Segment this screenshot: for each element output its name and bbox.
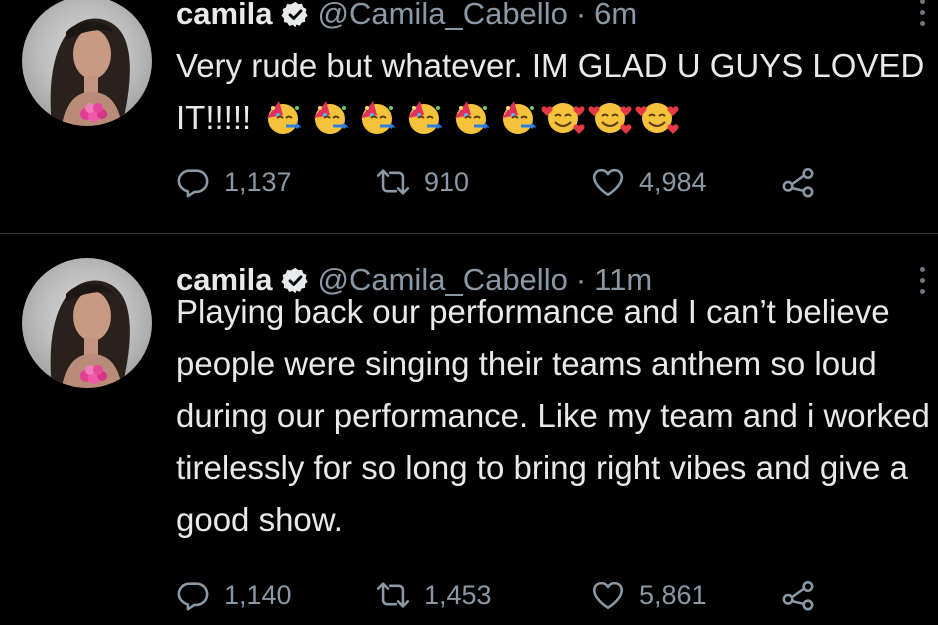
partying-face-icon bbox=[306, 98, 350, 136]
author-handle[interactable]: @Camila_Cabello bbox=[318, 0, 568, 32]
tweet-text: Playing back our performance and I can’t… bbox=[176, 286, 936, 546]
tweet[interactable]: camila @Camila_Cabello · 11m Playing bac… bbox=[0, 234, 938, 625]
tweet-header: camila @Camila_Cabello · 6m bbox=[176, 0, 637, 34]
tweet[interactable]: camila @Camila_Cabello · 6m Very rude bu… bbox=[0, 0, 938, 234]
like-count: 5,861 bbox=[639, 579, 707, 610]
retweet-count: 1,453 bbox=[424, 579, 492, 610]
partying-face-icon bbox=[494, 98, 538, 136]
retweet-count: 910 bbox=[424, 166, 470, 197]
emoji-row bbox=[259, 98, 679, 136]
smiling-face-with-hearts-icon bbox=[588, 98, 632, 136]
reply-icon bbox=[176, 578, 210, 612]
smiling-face-with-hearts-icon bbox=[541, 98, 585, 136]
smiling-face-with-hearts-icon bbox=[635, 98, 679, 136]
heart-icon bbox=[591, 578, 625, 612]
more-options-icon[interactable] bbox=[912, 0, 932, 32]
share-button[interactable] bbox=[781, 578, 815, 612]
retweet-icon bbox=[376, 165, 410, 199]
reply-count: 1,140 bbox=[224, 579, 292, 610]
like-button[interactable]: 4,984 bbox=[591, 165, 781, 199]
reply-count: 1,137 bbox=[224, 166, 292, 197]
tweet-text: Very rude but whatever. IM GLAD U GUYS L… bbox=[176, 40, 936, 144]
partying-face-icon bbox=[447, 98, 491, 136]
reply-icon bbox=[176, 165, 210, 199]
partying-face-icon bbox=[353, 98, 397, 136]
avatar[interactable] bbox=[22, 258, 152, 388]
retweet-button[interactable]: 910 bbox=[376, 165, 591, 199]
author-name[interactable]: camila bbox=[176, 0, 273, 32]
tweet-actions: 1,140 1,453 5,861 bbox=[176, 575, 815, 615]
reply-button[interactable]: 1,137 bbox=[176, 165, 376, 199]
retweet-icon bbox=[376, 578, 410, 612]
verified-badge-icon bbox=[280, 0, 310, 29]
share-icon bbox=[781, 578, 815, 612]
separator-dot: · bbox=[575, 0, 587, 31]
partying-face-icon bbox=[400, 98, 444, 136]
avatar[interactable] bbox=[22, 0, 152, 126]
partying-face-icon bbox=[259, 98, 303, 136]
tweet-body: Playing back our performance and I can’t… bbox=[176, 293, 930, 538]
heart-icon bbox=[591, 165, 625, 199]
share-button[interactable] bbox=[781, 165, 815, 199]
retweet-button[interactable]: 1,453 bbox=[376, 578, 591, 612]
reply-button[interactable]: 1,140 bbox=[176, 578, 376, 612]
share-icon bbox=[781, 165, 815, 199]
like-count: 4,984 bbox=[639, 166, 707, 197]
tweet-actions: 1,137 910 4,984 bbox=[176, 162, 815, 202]
like-button[interactable]: 5,861 bbox=[591, 578, 781, 612]
tweet-time[interactable]: 6m bbox=[594, 0, 637, 32]
